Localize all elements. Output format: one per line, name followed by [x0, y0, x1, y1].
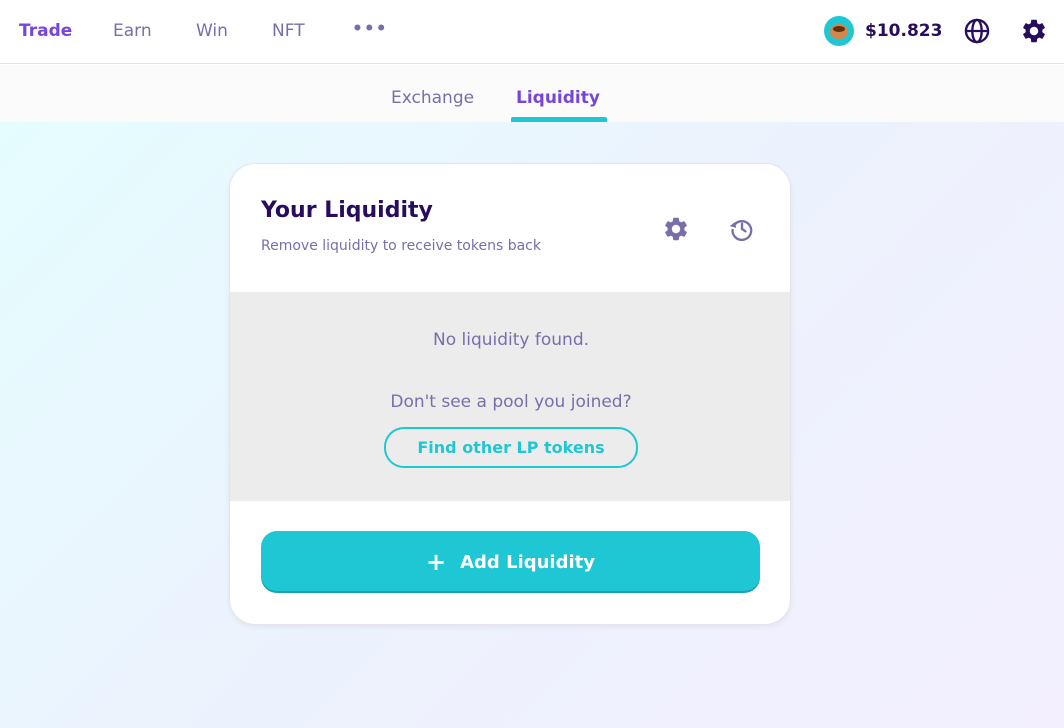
nav-item-nft[interactable]: NFT: [272, 20, 305, 42]
tab-liquidity[interactable]: Liquidity: [516, 87, 600, 109]
cake-price-display[interactable]: $10.823: [824, 16, 942, 46]
nav-item-more[interactable]: •••: [352, 18, 388, 40]
missing-pool-question: Don't see a pool you joined?: [390, 392, 632, 412]
nav-item-earn[interactable]: Earn: [113, 20, 152, 42]
globe-icon[interactable]: [963, 17, 991, 45]
nav-item-trade[interactable]: Trade: [19, 20, 72, 42]
card-subtitle: Remove liquidity to receive tokens back: [261, 238, 541, 254]
cake-price-value: $10.823: [865, 21, 943, 41]
plus-icon: +: [426, 548, 447, 576]
add-liquidity-button[interactable]: + Add Liquidity: [261, 531, 760, 593]
history-icon[interactable]: [727, 215, 757, 243]
sub-nav: Exchange Liquidity: [0, 65, 1064, 122]
empty-state-text: No liquidity found.: [432, 330, 590, 350]
card-title: Your Liquidity: [261, 198, 433, 223]
add-liquidity-label: Add Liquidity: [460, 551, 595, 573]
liquidity-card: Your Liquidity Remove liquidity to recei…: [229, 163, 791, 625]
tab-exchange[interactable]: Exchange: [391, 87, 474, 109]
top-nav: Trade Earn Win NFT ••• $10.823: [0, 0, 1064, 64]
find-lp-tokens-button[interactable]: Find other LP tokens: [384, 427, 638, 468]
gear-icon[interactable]: [1020, 17, 1048, 45]
nav-item-win[interactable]: Win: [196, 20, 228, 42]
gear-icon[interactable]: [662, 215, 690, 243]
cake-icon: [824, 16, 854, 46]
